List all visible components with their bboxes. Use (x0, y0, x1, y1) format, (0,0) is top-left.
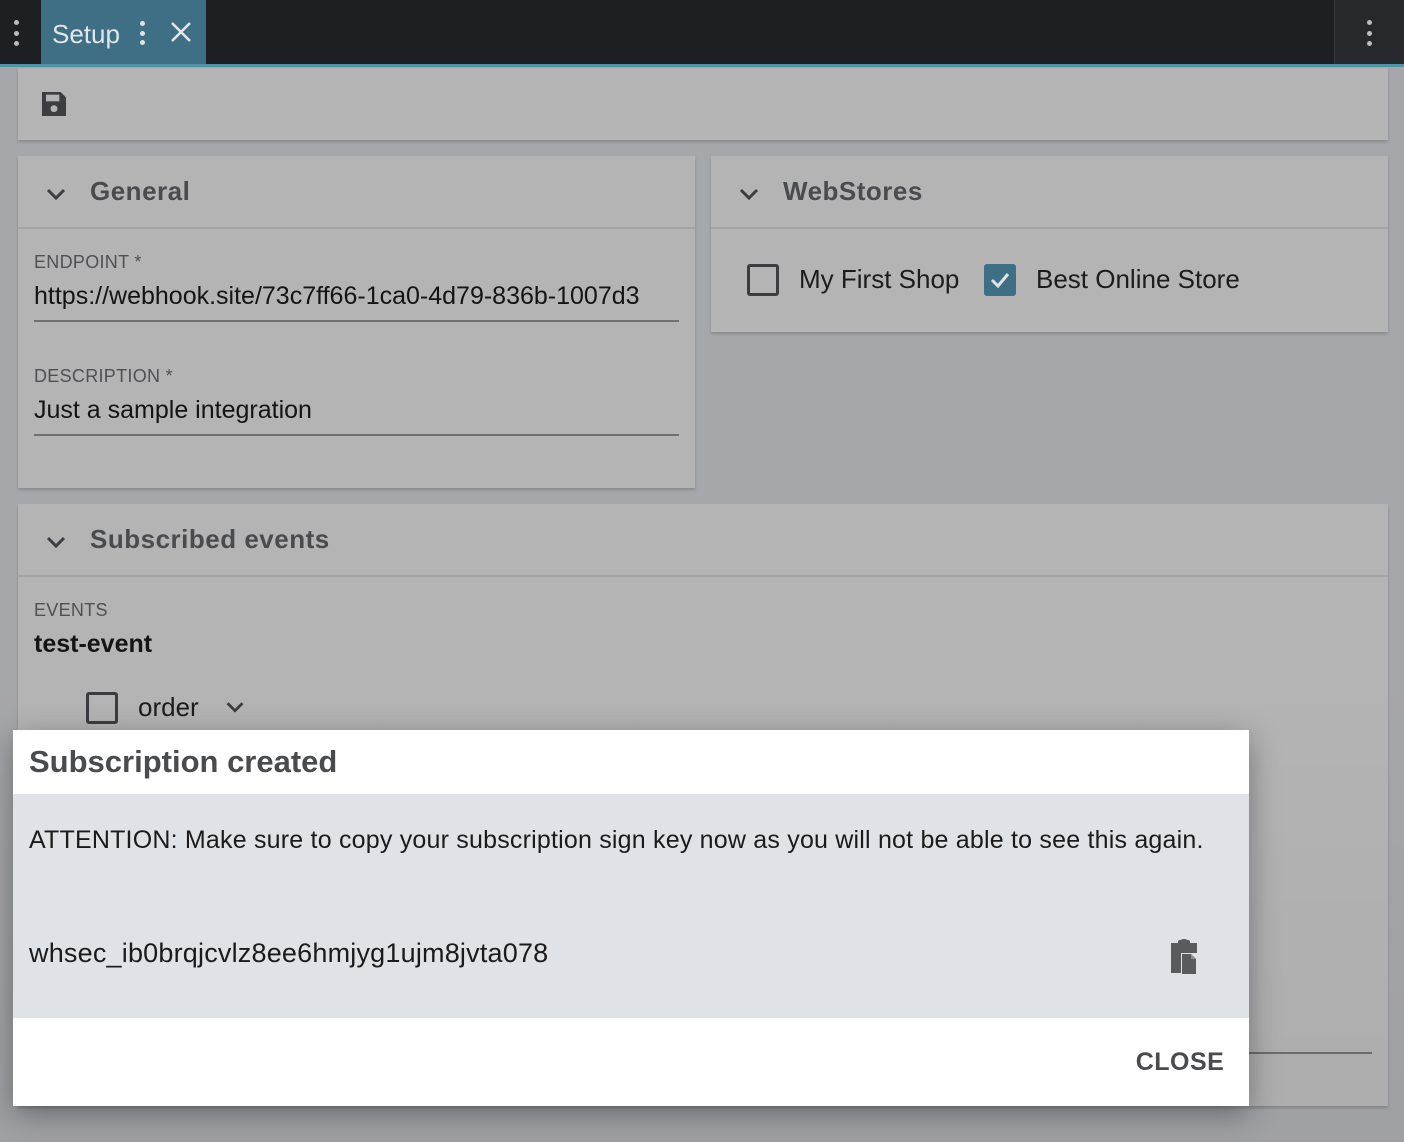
store-label-my-first-shop[interactable]: My First Shop (799, 264, 959, 295)
endpoint-underline (34, 320, 679, 322)
endpoint-label: ENDPOINT * (34, 252, 142, 272)
checkbox-best-online-store[interactable] (984, 264, 1016, 296)
events-value: test-event (34, 630, 153, 658)
subscribed-header[interactable]: Subscribed events (18, 504, 1388, 577)
store-label-best-online-store[interactable]: Best Online Store (1036, 264, 1240, 295)
more-vert-icon[interactable] (1366, 20, 1372, 46)
save-icon[interactable] (38, 88, 70, 120)
dialog-body: ATTENTION: Make sure to copy your subscr… (13, 794, 1249, 1018)
top-bar-menu[interactable] (1334, 0, 1404, 64)
tab-setup[interactable]: Setup (41, 0, 206, 64)
webstores-card: WebStores My First Shop Best Online Stor… (711, 156, 1388, 332)
description-underline (34, 434, 679, 436)
tab-menu-icon[interactable] (139, 21, 145, 45)
chevron-down-icon[interactable] (735, 180, 763, 208)
event-group-order[interactable]: order (138, 692, 199, 723)
webstores-header[interactable]: WebStores (711, 156, 1388, 229)
dialog-title: Subscription created (29, 744, 338, 779)
dialog-message: ATTENTION: Make sure to copy your subscr… (29, 826, 1204, 854)
more-vert-icon[interactable] (13, 20, 19, 46)
top-bar-accent (0, 64, 1404, 67)
general-title: General (90, 176, 191, 206)
chevron-down-icon[interactable] (42, 528, 70, 556)
subscription-dialog: Subscription created ATTENTION: Make sur… (13, 730, 1249, 1106)
close-icon[interactable] (167, 18, 195, 46)
check-icon (990, 273, 1010, 289)
top-bar: Setup (0, 0, 1404, 64)
field-underline (1238, 1052, 1372, 1054)
close-button[interactable]: CLOSE (1125, 1044, 1235, 1080)
description-field[interactable]: Just a sample integration (34, 396, 679, 425)
description-label: DESCRIPTION * (34, 366, 173, 386)
chevron-down-icon[interactable] (42, 180, 70, 208)
checkbox-order[interactable] (86, 692, 118, 724)
chevron-down-icon[interactable] (222, 694, 248, 720)
tab-label: Setup (52, 19, 120, 49)
webstores-title: WebStores (783, 176, 923, 206)
toolbar (18, 68, 1388, 140)
subscribed-title: Subscribed events (90, 524, 330, 554)
endpoint-field[interactable]: https://webhook.site/73c7ff66-1ca0-4d79-… (34, 282, 679, 311)
general-header[interactable]: General (18, 156, 695, 229)
events-label: EVENTS (34, 600, 108, 620)
checkbox-my-first-shop[interactable] (747, 264, 779, 296)
sign-key-value[interactable]: whsec_ib0brqjcvlz8ee6hmjyg1ujm8jvta078 (29, 938, 548, 969)
clipboard-icon[interactable] (1165, 938, 1203, 978)
general-card: General ENDPOINT * https://webhook.site/… (18, 156, 695, 488)
